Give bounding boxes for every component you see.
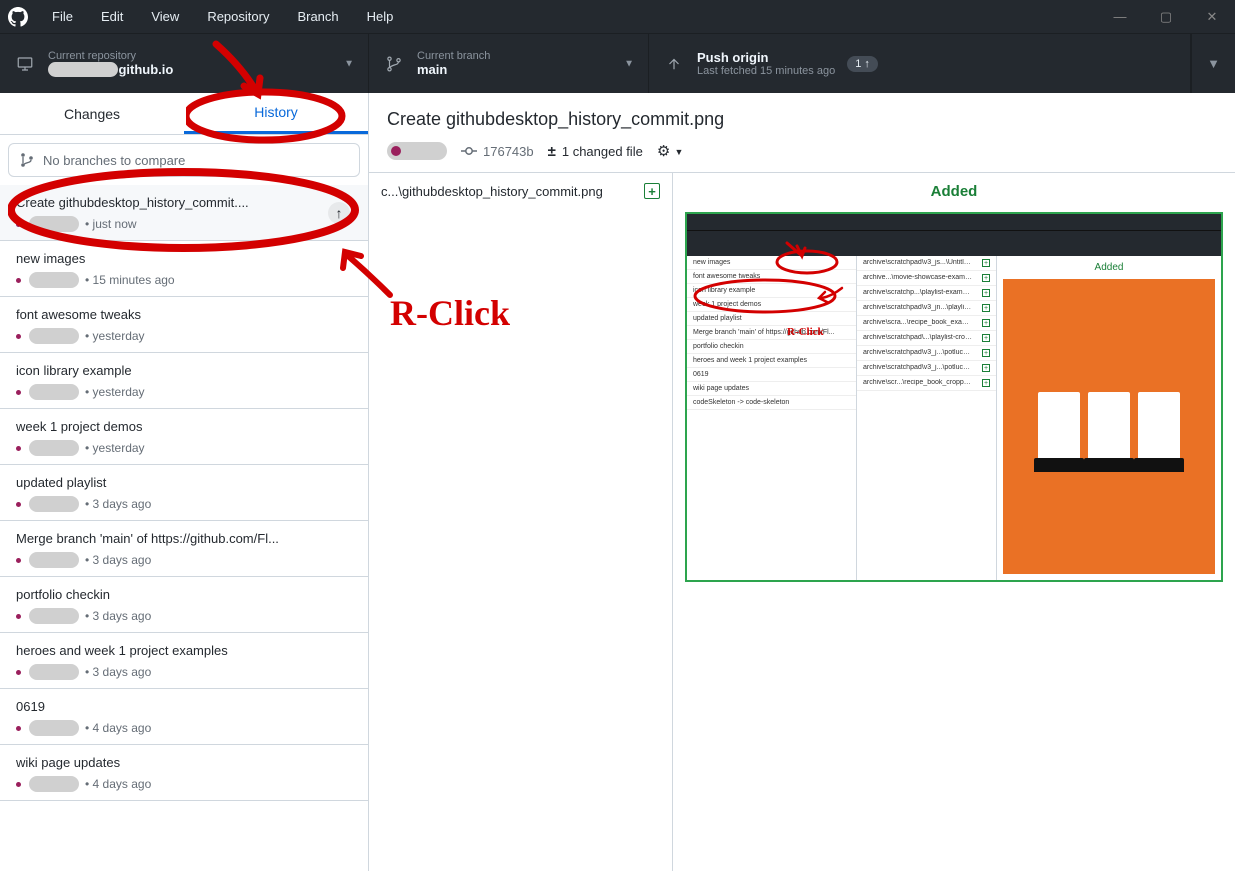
- commit-item-title: Merge branch 'main' of https://github.co…: [16, 531, 352, 546]
- commit-item-meta: • 4 days ago: [16, 720, 352, 736]
- push-dropdown-button[interactable]: ▼: [1191, 34, 1235, 93]
- git-branch-icon: [385, 55, 403, 73]
- commit-item-title: heroes and week 1 project examples: [16, 643, 352, 658]
- commit-item[interactable]: week 1 project demos • yesterday: [0, 409, 368, 465]
- commit-item[interactable]: 0619 • 4 days ago: [0, 689, 368, 745]
- image-preview: new imagesfont awesome tweaksicon librar…: [685, 212, 1223, 582]
- chevron-down-icon: ▼: [624, 58, 634, 69]
- header-toolbar: Current repository xxgithub.io ▼ Current…: [0, 33, 1235, 93]
- commit-item-title: font awesome tweaks: [16, 307, 352, 322]
- commit-sha: 176743b: [461, 143, 534, 159]
- commit-item[interactable]: wiki page updates • 4 days ago: [0, 745, 368, 801]
- commit-item-meta: • yesterday: [16, 384, 352, 400]
- current-branch-selector[interactable]: Current branch main ▼: [369, 34, 649, 93]
- commit-item-title: new images: [16, 251, 352, 266]
- menu-help[interactable]: Help: [355, 5, 406, 28]
- commit-item[interactable]: heroes and week 1 project examples • 3 d…: [0, 633, 368, 689]
- tab-changes[interactable]: Changes: [0, 93, 184, 134]
- commit-item-meta: • 4 days ago: [16, 776, 352, 792]
- push-count-badge: 1 ↑: [847, 56, 878, 72]
- changed-file-row[interactable]: c...\githubdesktop_history_commit.png +: [381, 183, 660, 199]
- repo-label: Current repository: [48, 50, 173, 62]
- main-area: Changes History No branches to compare C…: [0, 93, 1235, 871]
- right-panel: Create githubdesktop_history_commit.png …: [369, 93, 1235, 871]
- commit-item-title: icon library example: [16, 363, 352, 378]
- commit-item-meta: • 3 days ago: [16, 552, 352, 568]
- commit-item[interactable]: icon library example • yesterday: [0, 353, 368, 409]
- commit-item[interactable]: font awesome tweaks • yesterday: [0, 297, 368, 353]
- commit-item[interactable]: Merge branch 'main' of https://github.co…: [0, 521, 368, 577]
- diff-status-label: Added: [685, 183, 1223, 212]
- commit-item-title: 0619: [16, 699, 352, 714]
- menu-repository[interactable]: Repository: [195, 5, 281, 28]
- changed-files-column: c...\githubdesktop_history_commit.png +: [369, 172, 673, 871]
- commit-item-meta: • yesterday: [16, 440, 352, 456]
- chevron-down-icon: ▼: [344, 58, 354, 69]
- tab-bar: Changes History: [0, 93, 368, 135]
- tab-history[interactable]: History: [184, 93, 368, 134]
- commit-item-meta: • 15 minutes ago: [16, 272, 352, 288]
- commit-item-meta: • 3 days ago: [16, 664, 352, 680]
- commit-detail-header: Create githubdesktop_history_commit.png …: [369, 93, 1235, 172]
- commit-item[interactable]: portfolio checkin • 3 days ago: [0, 577, 368, 633]
- repo-value: xxgithub.io: [48, 62, 173, 77]
- compare-text: No branches to compare: [43, 153, 185, 168]
- commit-history-list[interactable]: Create githubdesktop_history_commit.... …: [0, 185, 368, 871]
- commit-item-title: wiki page updates: [16, 755, 352, 770]
- compare-branch-button[interactable]: No branches to compare: [8, 143, 360, 177]
- gear-icon[interactable]: ⚙︎ ▼: [657, 142, 684, 160]
- commit-item[interactable]: new images • 15 minutes ago: [0, 241, 368, 297]
- push-label: Push origin: [697, 50, 835, 65]
- commit-item[interactable]: updated playlist • 3 days ago: [0, 465, 368, 521]
- current-repository-selector[interactable]: Current repository xxgithub.io ▼: [0, 34, 369, 93]
- left-panel: Changes History No branches to compare C…: [0, 93, 369, 871]
- menu-edit[interactable]: Edit: [89, 5, 135, 28]
- menu-branch[interactable]: Branch: [285, 5, 350, 28]
- commit-item-title: week 1 project demos: [16, 419, 352, 434]
- changed-files-count: ± 1 changed file: [548, 143, 643, 160]
- push-origin-button[interactable]: Push origin Last fetched 15 minutes ago …: [649, 34, 1191, 93]
- menu-file[interactable]: File: [40, 5, 85, 28]
- menu-bar: File Edit View Repository Branch Help ― …: [0, 0, 1235, 33]
- window-close-icon[interactable]: ✕: [1189, 0, 1235, 33]
- commit-item-title: updated playlist: [16, 475, 352, 490]
- git-compare-icon: [19, 152, 35, 168]
- window-maximize-icon[interactable]: ▢: [1143, 0, 1189, 33]
- commit-item-meta: • yesterday: [16, 328, 352, 344]
- github-logo-icon: [8, 7, 28, 27]
- branch-value: main: [417, 62, 490, 77]
- push-subtext: Last fetched 15 minutes ago: [697, 65, 835, 77]
- commit-item[interactable]: Create githubdesktop_history_commit.... …: [0, 185, 368, 241]
- diff-view: Added new imagesfont awesome tweaksicon …: [673, 172, 1235, 871]
- commit-item-meta: • 3 days ago: [16, 496, 352, 512]
- commit-icon: [461, 143, 477, 159]
- commit-item-meta: • just now: [16, 216, 352, 232]
- menu-view[interactable]: View: [139, 5, 191, 28]
- commit-author-avatar: [387, 142, 447, 160]
- computer-icon: [16, 55, 34, 73]
- file-added-icon: +: [644, 183, 660, 199]
- window-minimize-icon[interactable]: ―: [1097, 0, 1143, 33]
- commit-item-title: Create githubdesktop_history_commit....: [16, 195, 352, 210]
- branch-label: Current branch: [417, 50, 490, 62]
- annotation-rclick-text: R-Click: [390, 292, 510, 334]
- changed-file-path: c...\githubdesktop_history_commit.png: [381, 184, 603, 199]
- commit-title: Create githubdesktop_history_commit.png: [387, 109, 1217, 130]
- push-up-icon: ↑: [328, 202, 350, 224]
- push-up-icon: [665, 55, 683, 73]
- commit-item-title: portfolio checkin: [16, 587, 352, 602]
- commit-item-meta: • 3 days ago: [16, 608, 352, 624]
